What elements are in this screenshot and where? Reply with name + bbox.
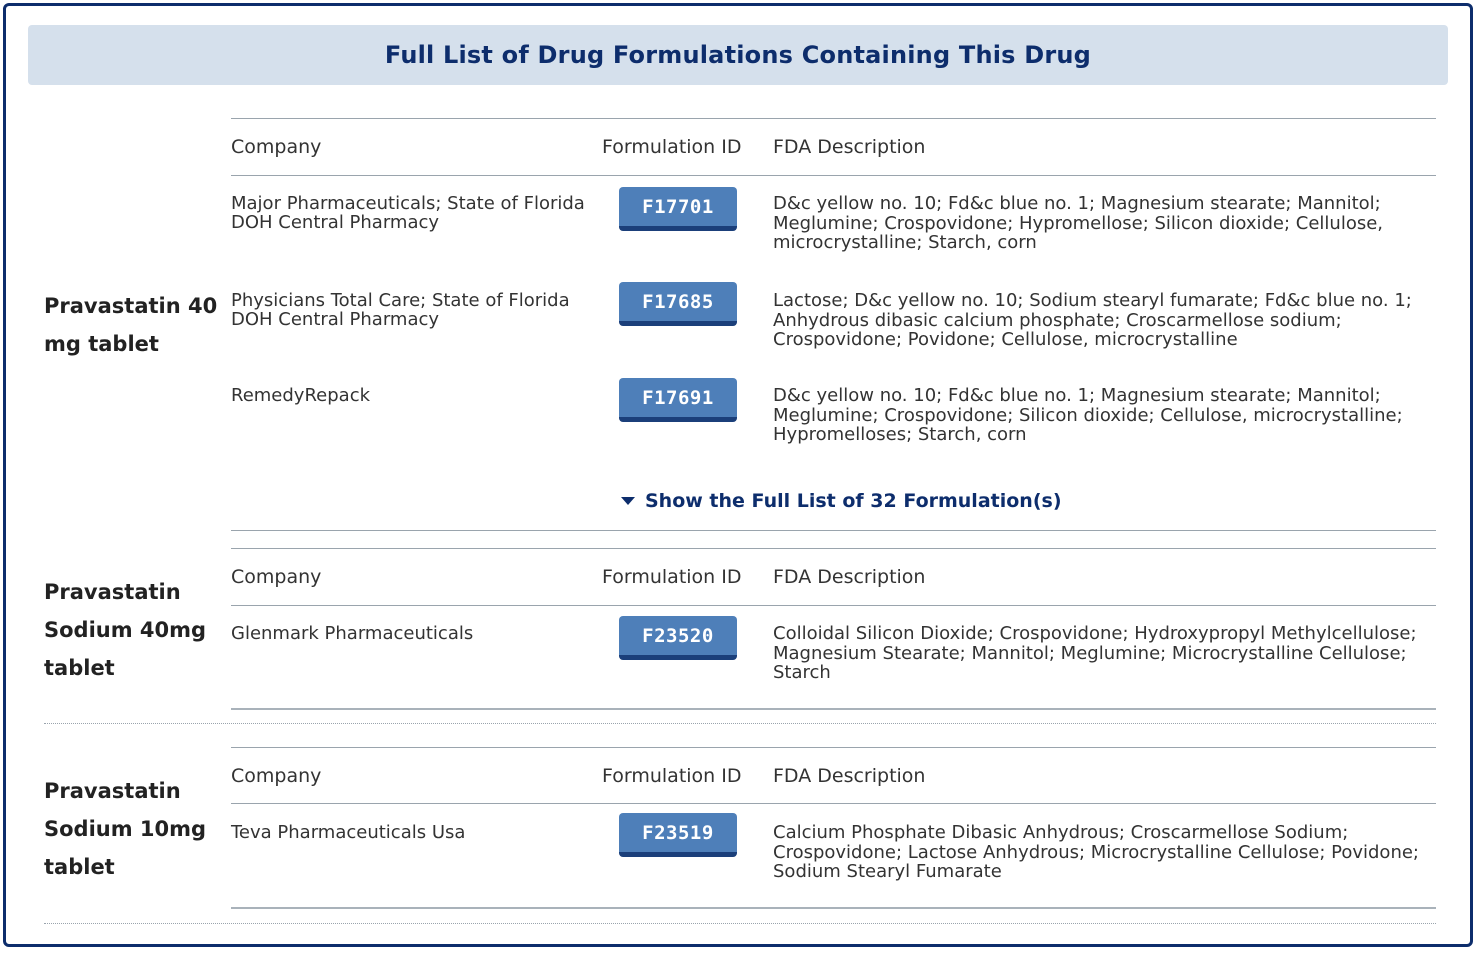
column-header-formulation-id: Formulation ID [602, 765, 742, 787]
table-top-rule [231, 118, 1436, 119]
column-header-fda-description: FDA Description [773, 765, 926, 787]
column-header-company: Company [231, 136, 322, 158]
formulation-id-button[interactable]: F17685 [619, 282, 737, 326]
group-divider [44, 923, 1436, 924]
company-cell: Teva Pharmaceuticals Usa [231, 822, 466, 843]
column-header-company: Company [231, 566, 322, 588]
formulation-id-button[interactable]: F17701 [619, 187, 737, 231]
formulations-panel: Full List of Drug Formulations Containin… [3, 3, 1473, 947]
column-header-formulation-id: Formulation ID [602, 136, 742, 158]
fda-description-cell: Lactose; D&c yellow no. 10; Sodium stear… [773, 290, 1412, 350]
column-header-formulation-id: Formulation ID [602, 566, 742, 588]
formulation-id-button[interactable]: F23519 [619, 813, 737, 857]
company-cell: Major Pharmaceuticals; State of Florida … [231, 193, 585, 233]
panel-title: Full List of Drug Formulations Containin… [384, 41, 1092, 69]
show-full-list-link[interactable]: Show the Full List of 32 Formulation(s) [621, 490, 1062, 512]
company-cell: RemedyRepack [231, 385, 371, 406]
column-header-fda-description: FDA Description [773, 566, 926, 588]
company-cell: Glenmark Pharmaceuticals [231, 623, 474, 644]
company-cell: Physicians Total Care; State of Florida … [231, 290, 570, 330]
header-rule [231, 175, 1436, 176]
table-bottom-rule [231, 907, 1436, 909]
fda-description-cell: D&c yellow no. 10; Fd&c blue no. 1; Magn… [773, 385, 1403, 445]
drug-name: Pravastatin Sodium 10mg tablet [44, 779, 207, 879]
formulation-id-button[interactable]: F23520 [619, 616, 737, 660]
table-bottom-rule [231, 708, 1436, 710]
header-rule [231, 605, 1436, 606]
caret-down-icon [621, 497, 635, 505]
header-rule [231, 803, 1436, 804]
group-divider [44, 723, 1436, 724]
fda-description-cell: D&c yellow no. 10; Fd&c blue no. 1; Magn… [773, 193, 1384, 253]
column-header-company: Company [231, 765, 322, 787]
fda-description-cell: Colloidal Silicon Dioxide; Crospovidone;… [773, 623, 1417, 683]
table-top-rule [231, 548, 1436, 549]
fda-description-cell: Calcium Phosphate Dibasic Anhydrous; Cro… [773, 822, 1419, 882]
table-top-rule [231, 747, 1436, 748]
formulation-id-button[interactable]: F17691 [619, 378, 737, 422]
show-full-list-label: Show the Full List of 32 Formulation(s) [645, 490, 1062, 512]
column-header-fda-description: FDA Description [773, 136, 926, 158]
panel-header: Full List of Drug Formulations Containin… [28, 25, 1448, 85]
drug-name: Pravastatin 40 mg tablet [44, 294, 218, 356]
table-bottom-rule [231, 530, 1436, 531]
drug-name: Pravastatin Sodium 40mg tablet [44, 580, 207, 680]
